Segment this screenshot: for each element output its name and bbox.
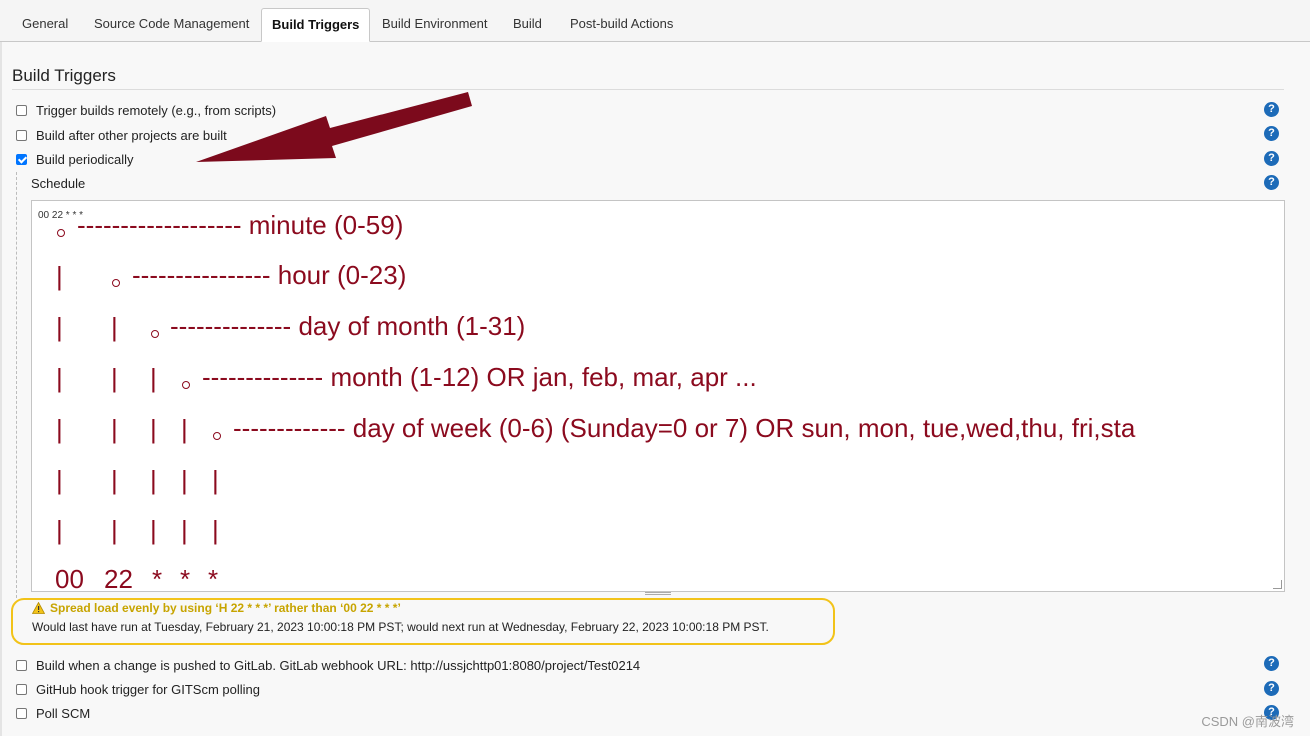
resize-grip-icon[interactable] — [1273, 580, 1282, 589]
help-icon[interactable]: ? — [1264, 656, 1279, 671]
annotation-bar: | — [181, 414, 188, 444]
gitlab-push-option[interactable]: Build when a change is pushed to GitLab.… — [16, 657, 640, 673]
github-hook-option[interactable]: GitHub hook trigger for GITScm polling — [16, 681, 260, 697]
github-hook-label: GitHub hook trigger for GITScm polling — [36, 681, 260, 697]
help-icon[interactable]: ? — [1264, 681, 1279, 696]
annotation-bar: | — [111, 312, 118, 342]
annotation-bar: | — [56, 465, 63, 495]
schedule-textarea[interactable]: 00 22 * * * — [31, 200, 1285, 592]
annotation-cron-hour: 22 — [104, 564, 133, 594]
annotation-bar: | — [212, 515, 219, 545]
annotation-cron-weekday: * — [208, 564, 219, 594]
textarea-resize-handle[interactable] — [645, 592, 671, 595]
warning-icon — [32, 602, 45, 614]
run-info-text: Would last have run at Tuesday, February… — [32, 620, 769, 634]
annotation-minute: ------------------- minute (0-59) — [77, 210, 404, 240]
annotation-month: -------------- month (1-12) OR jan, feb,… — [202, 362, 757, 392]
annotation-bar: | — [150, 465, 157, 495]
schedule-label: Schedule — [31, 176, 86, 191]
warning-message: Spread load evenly by using ‘H 22 * * *’… — [32, 601, 401, 615]
annotation-node — [182, 381, 190, 389]
annotation-node — [112, 279, 120, 287]
annotation-bar: | — [150, 363, 157, 393]
annotation-day-of-month: -------------- day of month (1-31) — [170, 311, 526, 341]
annotation-bar: | — [212, 465, 219, 495]
annotation-node — [213, 432, 221, 440]
nested-indent-guide — [16, 172, 17, 598]
annotation-cron-month: * — [180, 564, 191, 594]
github-hook-checkbox[interactable] — [16, 683, 27, 695]
gitlab-push-checkbox[interactable] — [16, 659, 27, 671]
annotation-bar: | — [111, 515, 118, 545]
annotation-bar: | — [56, 414, 63, 444]
annotation-bar: | — [150, 414, 157, 444]
watermark: CSDN @南波湾 — [1201, 714, 1294, 729]
poll-scm-option[interactable]: Poll SCM — [16, 705, 90, 721]
annotation-node — [57, 229, 65, 237]
annotation-node — [151, 330, 159, 338]
annotation-bar: | — [56, 515, 63, 545]
annotation-bar: | — [181, 515, 188, 545]
annotation-bar: | — [56, 312, 63, 342]
annotation-cron-day: * — [152, 564, 163, 594]
gitlab-push-label: Build when a change is pushed to GitLab.… — [36, 657, 641, 673]
annotation-bar: | — [111, 414, 118, 444]
poll-scm-checkbox[interactable] — [16, 707, 27, 719]
annotation-cron-minute: 00 — [55, 564, 84, 594]
annotation-day-of-week: ------------- day of week (0-6) (Sunday=… — [233, 413, 1136, 443]
annotation-hour: ---------------- hour (0-23) — [132, 260, 407, 290]
annotation-bar: | — [56, 261, 63, 291]
annotation-bar: | — [56, 363, 63, 393]
poll-scm-label: Poll SCM — [36, 705, 91, 721]
annotation-bar: | — [150, 515, 157, 545]
annotation-bar: | — [111, 465, 118, 495]
warning-text: Spread load evenly by using ‘H 22 * * *’… — [50, 601, 401, 615]
annotation-bar: | — [181, 465, 188, 495]
annotation-bar: | — [111, 363, 118, 393]
